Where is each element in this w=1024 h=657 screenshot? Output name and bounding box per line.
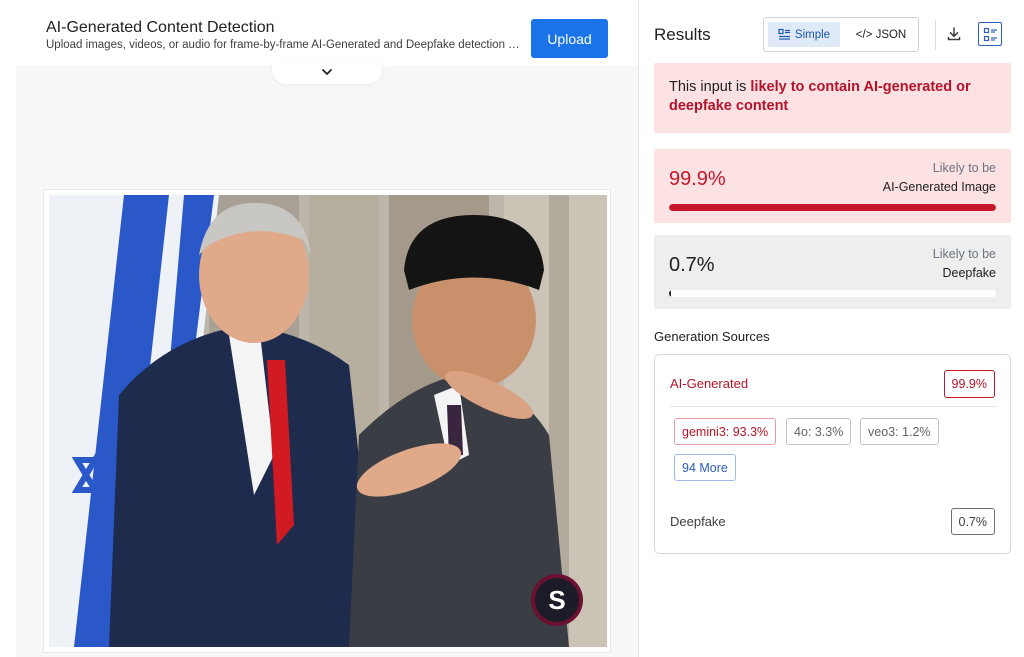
simple-view-icon bbox=[778, 28, 790, 40]
chevron-down-icon bbox=[322, 69, 332, 75]
list-view-button[interactable] bbox=[978, 22, 1002, 46]
result-alert: This input is likely to contain AI-gener… bbox=[654, 63, 1011, 133]
toolbar-separator bbox=[935, 20, 936, 50]
page-subtitle: Upload images, videos, or audio for fram… bbox=[46, 39, 522, 51]
json-view-button[interactable]: </> JSON bbox=[846, 22, 916, 47]
generation-sources-panel: AI-Generated 99.9% gemini3: 93.3% 4o: 3.… bbox=[654, 354, 1011, 554]
alert-prefix: This input is bbox=[669, 79, 751, 95]
watermark-logo: S bbox=[548, 585, 565, 615]
ai-generated-score-card: 99.9% Likely to be AI-Generated Image bbox=[654, 149, 1011, 223]
source-chip-veo3[interactable]: veo3: 1.2% bbox=[860, 418, 939, 445]
pane-divider bbox=[638, 0, 639, 657]
simple-view-button[interactable]: Simple bbox=[768, 22, 840, 47]
gen-deepfake-value-badge: 0.7% bbox=[950, 508, 995, 535]
gen-ai-label: AI-Generated bbox=[670, 376, 749, 391]
simple-view-label: Simple bbox=[794, 28, 831, 41]
deepfake-likely-label: Likely to be bbox=[932, 247, 996, 261]
source-chip-gemini3[interactable]: gemini3: 93.3% bbox=[674, 418, 777, 445]
gen-ai-value-badge: 99.9% bbox=[943, 370, 995, 398]
json-view-label: </> JSON bbox=[855, 28, 907, 41]
deepfake-type-label: Deepfake bbox=[942, 266, 996, 280]
ai-generated-type-label: AI-Generated Image bbox=[882, 180, 996, 194]
view-mode-toggle: Simple </> JSON bbox=[763, 17, 919, 52]
download-icon bbox=[947, 27, 961, 41]
ai-generated-percent: 99.9% bbox=[669, 168, 726, 190]
page-title: AI-Generated Content Detection bbox=[46, 19, 275, 36]
source-chip-4o[interactable]: 4o: 3.3% bbox=[786, 418, 852, 445]
ai-generated-progress-fill bbox=[669, 204, 996, 211]
gen-deepfake-label: Deepfake bbox=[670, 514, 726, 529]
more-sources-button[interactable]: 94 More bbox=[674, 454, 736, 481]
ai-generated-likely-label: Likely to be bbox=[932, 161, 996, 175]
results-title: Results bbox=[654, 25, 711, 44]
upload-button[interactable]: Upload bbox=[531, 19, 608, 58]
deepfake-progress-track bbox=[669, 290, 996, 297]
uploaded-image-illustration: S bbox=[49, 195, 607, 647]
expand-toggle[interactable] bbox=[272, 60, 382, 84]
deepfake-score-card: 0.7% Likely to be Deepfake bbox=[654, 235, 1011, 309]
deepfake-progress-fill bbox=[669, 290, 672, 297]
uploaded-image: S bbox=[49, 195, 607, 647]
deepfake-percent: 0.7% bbox=[669, 254, 715, 276]
list-view-icon bbox=[983, 27, 997, 41]
generation-sources-title: Generation Sources bbox=[654, 329, 770, 344]
ai-generated-progress-track bbox=[669, 204, 996, 211]
gen-divider bbox=[670, 406, 997, 407]
download-button[interactable] bbox=[942, 22, 966, 46]
